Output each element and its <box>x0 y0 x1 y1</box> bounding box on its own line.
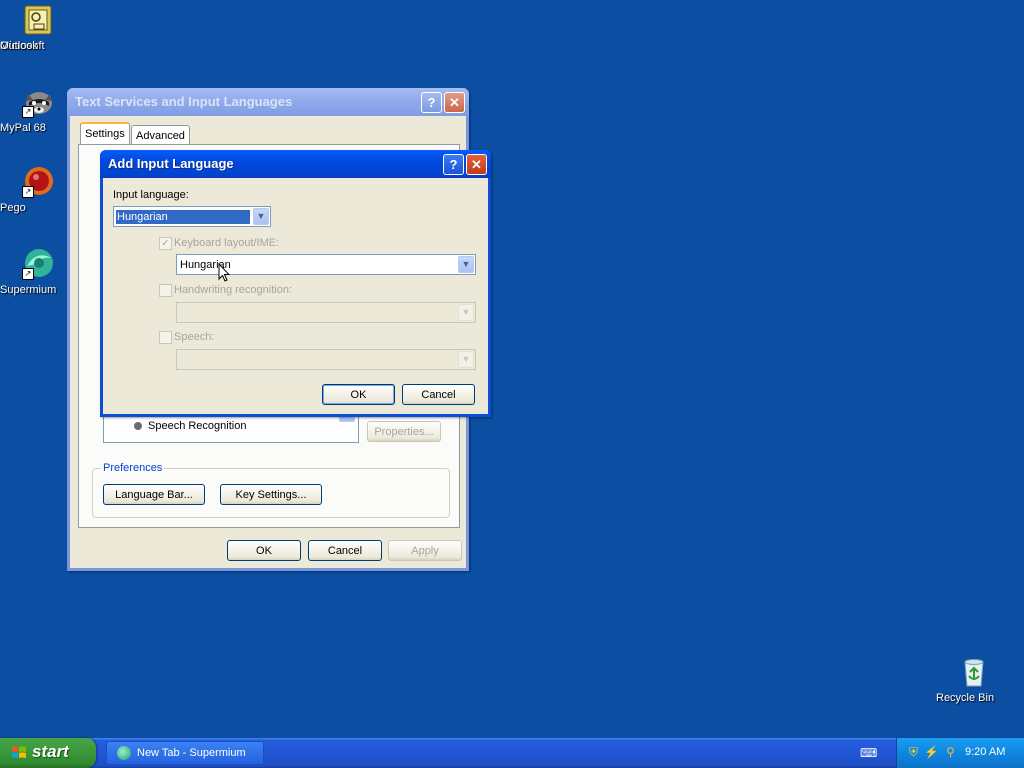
desktop-icon-supermium[interactable]: ↗ Supermium <box>0 248 76 296</box>
taskbar-button-label: New Tab - Supermium <box>137 747 246 759</box>
raccoon-icon: ↗ <box>22 86 54 118</box>
ok-button[interactable]: OK <box>227 540 301 561</box>
supermium-icon: ↗ <box>22 248 54 280</box>
desktop-icon-mypal[interactable]: ↗ MyPal 68 <box>0 86 76 134</box>
supermium-icon <box>117 746 131 760</box>
key-settings-button[interactable]: Key Settings... <box>220 484 322 505</box>
start-label: start <box>32 742 69 761</box>
shortcut-arrow-icon: ↗ <box>22 106 34 118</box>
keyboard-layout-label: Keyboard layout/IME: <box>174 237 280 249</box>
clock[interactable]: 9:20 AM <box>965 746 1005 758</box>
desktop-icon-label: Recycle Bin <box>936 692 995 704</box>
chevron-down-icon: ▼ <box>253 208 269 225</box>
speech-select[interactable]: ▼ <box>176 349 476 370</box>
shortcut-arrow-icon: ↗ <box>22 186 34 198</box>
help-button[interactable]: ? <box>421 92 442 113</box>
desktop-icon-recycle-bin[interactable]: Recycle Bin <box>936 656 1012 704</box>
text-services-titlebar[interactable]: Text Services and Input Languages ? ✕ <box>67 88 469 116</box>
security-shield-icon[interactable]: ⛨ <box>906 745 921 760</box>
chevron-down-icon: ▼ <box>458 304 474 321</box>
desktop-icon-label: Supermium <box>0 284 57 296</box>
handwriting-checkbox[interactable] <box>159 284 172 297</box>
desktop-icon-label: Outlook <box>0 40 38 52</box>
preferences-legend: Preferences <box>101 462 165 474</box>
cancel-button[interactable]: Cancel <box>402 384 475 405</box>
taskbar-button-supermium[interactable]: New Tab - Supermium <box>106 741 264 765</box>
desktop-icon-outlook[interactable]: Microsoft Outlook <box>0 4 76 52</box>
list-item-partial[interactable]: Speech Recognition <box>148 420 246 432</box>
system-tray: ⛨ ⚡ ⚲ 9:20 AM <box>896 738 1024 768</box>
ok-button[interactable]: OK <box>322 384 395 405</box>
keyboard-layout-checkbox[interactable]: ✓ <box>159 237 172 250</box>
speech-icon <box>134 422 142 430</box>
shortcut-arrow-icon: ↗ <box>22 268 34 280</box>
add-input-language-dialog: Add Input Language ? ✕ Input language: H… <box>100 150 491 417</box>
input-language-select[interactable]: Hungarian ▼ <box>113 206 271 227</box>
dialog-titlebar[interactable]: Add Input Language ? ✕ <box>100 150 491 178</box>
window-title: Text Services and Input Languages <box>75 94 293 109</box>
mouse-cursor-icon <box>218 263 230 282</box>
start-button[interactable]: start <box>0 738 96 768</box>
search-icon[interactable]: ⚲ <box>943 745 958 760</box>
close-button[interactable]: ✕ <box>466 154 487 175</box>
speech-label: Speech: <box>174 331 215 343</box>
outlook-icon <box>22 4 54 36</box>
handwriting-select[interactable]: ▼ <box>176 302 476 323</box>
input-language-label: Input language: <box>113 189 189 201</box>
close-button[interactable]: ✕ <box>444 92 465 113</box>
desktop-icon-pego[interactable]: ↗ Pego <box>0 166 76 214</box>
network-icon[interactable]: ⚡ <box>924 745 939 760</box>
windows-flag-icon <box>12 746 26 758</box>
chevron-down-icon: ▼ <box>458 256 474 273</box>
taskbar: start New Tab - Supermium ⌨ ⛨ ⚡ ⚲ 9:20 A… <box>0 738 1024 768</box>
apply-button[interactable]: Apply <box>388 540 462 561</box>
keyboard-icon[interactable]: ⌨ <box>860 747 877 759</box>
help-button[interactable]: ? <box>443 154 464 175</box>
desktop-icon-label: MyPal 68 <box>0 122 46 134</box>
dialog-title: Add Input Language <box>108 156 234 171</box>
tab-advanced[interactable]: Advanced <box>131 125 190 144</box>
recycle-bin-icon <box>958 656 990 688</box>
speech-checkbox[interactable] <box>159 331 172 344</box>
tab-settings[interactable]: Settings <box>80 122 130 144</box>
desktop-icon-label: Pego <box>0 202 26 214</box>
cancel-button[interactable]: Cancel <box>308 540 382 561</box>
chevron-down-icon: ▼ <box>458 351 474 368</box>
handwriting-label: Handwriting recognition: <box>174 284 293 296</box>
properties-button[interactable]: Properties... <box>367 421 441 442</box>
language-bar-button[interactable]: Language Bar... <box>103 484 205 505</box>
input-language-value: Hungarian <box>116 210 250 224</box>
pego-icon: ↗ <box>22 166 54 198</box>
